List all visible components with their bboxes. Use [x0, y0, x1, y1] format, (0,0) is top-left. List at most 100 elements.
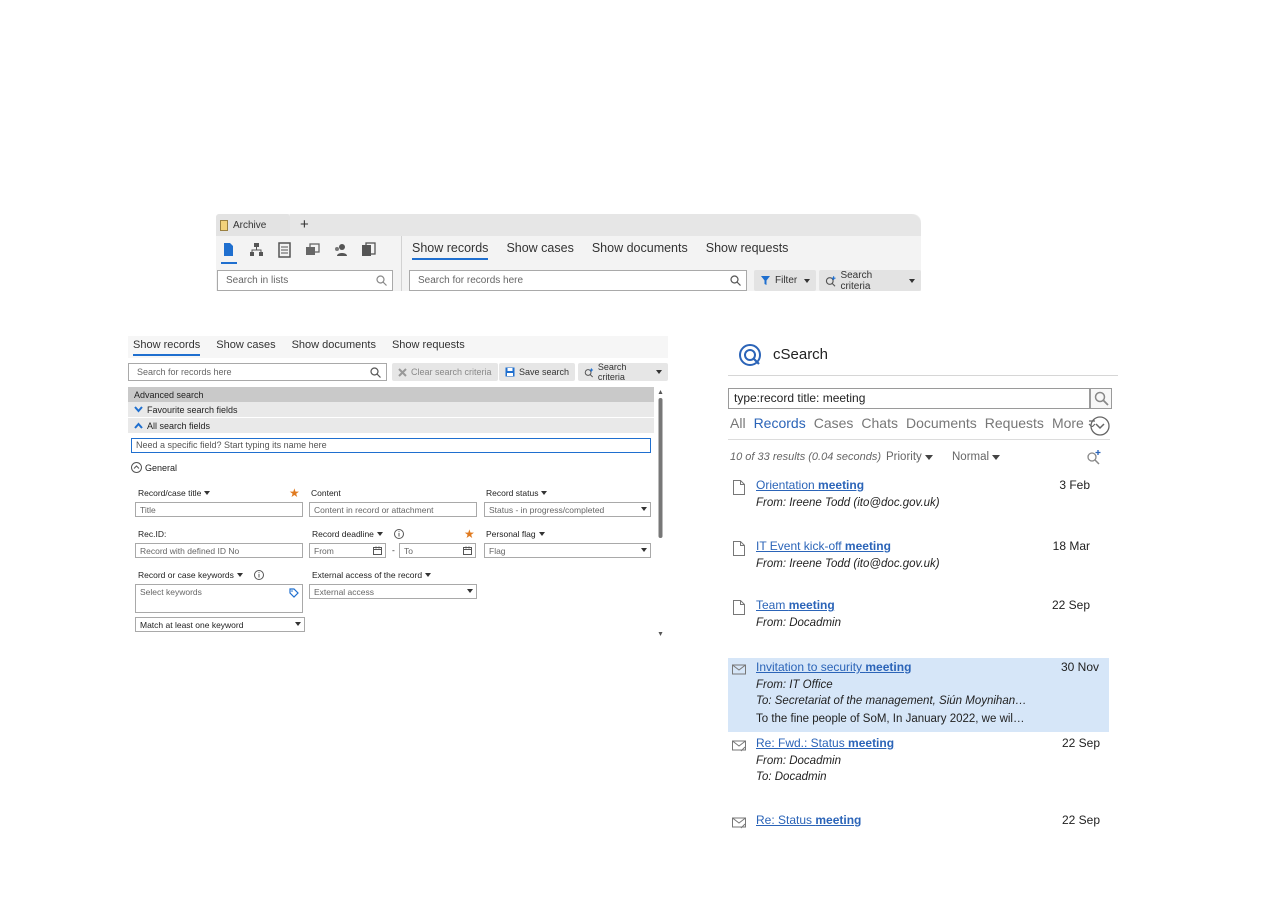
result-title-link[interactable]: Re: Fwd.: Status meeting — [756, 736, 894, 750]
search-criteria-button[interactable]: Search criteria — [578, 362, 668, 382]
category-records[interactable]: Records — [754, 415, 806, 431]
record-case-title-label[interactable]: Record/case title — [138, 488, 211, 498]
favourite-fields-label: Favourite search fields — [147, 404, 238, 415]
external-access-label[interactable]: External access of the record — [312, 570, 432, 580]
record-status-label[interactable]: Record status — [486, 488, 548, 498]
title-divider — [728, 375, 1118, 376]
result-title-link[interactable]: Orientation meeting — [756, 478, 864, 492]
advanced-search-title: Advanced search — [134, 389, 204, 400]
tab-show-requests[interactable]: Show requests — [392, 339, 465, 356]
record-deadline-label[interactable]: Record deadline — [312, 529, 404, 539]
category-requests[interactable]: Requests — [985, 415, 1044, 431]
tab-show-documents[interactable]: Show documents — [592, 241, 688, 260]
expand-circle-icon[interactable] — [1090, 416, 1110, 436]
calendar-icon[interactable] — [373, 546, 382, 555]
tab-show-documents[interactable]: Show documents — [292, 339, 376, 356]
info-icon[interactable] — [253, 570, 264, 580]
tab-show-cases[interactable]: Show cases — [216, 339, 275, 356]
general-section-label: General — [145, 462, 178, 473]
external-access-select[interactable]: External access — [309, 584, 477, 599]
result-item[interactable]: Orientation meeting 3 Feb From: Ireene T… — [728, 478, 1110, 518]
vertical-scrollbar[interactable] — [658, 388, 663, 638]
category-cases[interactable]: Cases — [814, 415, 854, 431]
list-search-input[interactable]: Search in lists — [217, 270, 393, 291]
result-date: 22 Sep — [1051, 598, 1090, 612]
record-case-title-input[interactable]: Title — [135, 502, 303, 517]
rec-id-input[interactable]: Record with defined ID No — [135, 543, 303, 558]
result-item[interactable]: Re: Fwd.: Status meeting 22 Sep From: Do… — [728, 736, 1110, 786]
list-icon[interactable] — [277, 241, 292, 259]
record-search-input[interactable]: Search for records here — [128, 363, 387, 381]
record-status-text: Record status — [486, 488, 539, 498]
field-finder-input[interactable]: Need a specific field? Start typing its … — [131, 438, 651, 453]
search-icon[interactable] — [370, 367, 381, 378]
search-criteria-label: Search criteria — [597, 362, 627, 382]
record-search-input[interactable]: Search for records here — [409, 270, 747, 291]
tab-show-requests[interactable]: Show requests — [706, 241, 789, 260]
category-chats[interactable]: Chats — [861, 415, 898, 431]
tab-show-records[interactable]: Show records — [412, 241, 489, 260]
favourite-fields-toggle[interactable]: Favourite search fields — [128, 402, 654, 417]
rec-id-text: Rec.ID: — [138, 529, 167, 539]
save-search-button[interactable]: Save search — [499, 363, 576, 381]
document-icon[interactable] — [221, 241, 236, 259]
result-title-match: meeting — [818, 478, 865, 492]
record-status-select[interactable]: Status - in progress/completed — [484, 502, 651, 517]
archive-tab[interactable]: Archive — [216, 214, 290, 236]
search-icon[interactable] — [376, 275, 387, 286]
sort-priority[interactable]: Priority — [886, 451, 933, 463]
chevron-down-icon — [641, 507, 647, 511]
document-icon — [733, 480, 745, 495]
new-tab-button[interactable]: + — [300, 217, 309, 233]
result-title-link[interactable]: Invitation to security meeting — [756, 660, 911, 674]
content-placeholder: Content in record or attachment — [314, 505, 434, 515]
result-title-link[interactable]: IT Event kick-off meeting — [756, 539, 891, 553]
contacts-icon[interactable] — [333, 241, 348, 259]
info-icon[interactable] — [393, 529, 404, 539]
personal-flag-label[interactable]: Personal flag — [486, 529, 545, 539]
star-icon[interactable]: ★ — [289, 486, 300, 500]
keywords-input[interactable]: Select keywords — [135, 584, 303, 613]
result-item[interactable]: IT Event kick-off meeting 18 Mar From: I… — [728, 539, 1110, 579]
search-button[interactable] — [1090, 388, 1112, 409]
search-settings-icon[interactable] — [1086, 449, 1102, 465]
result-item[interactable]: Team meeting 22 Sep From: Docadmin — [728, 598, 1110, 638]
keywords-label[interactable]: Record or case keywords — [138, 570, 264, 580]
result-title-link[interactable]: Team meeting — [756, 598, 835, 612]
deadline-from-input[interactable]: From — [309, 543, 386, 558]
category-all[interactable]: All — [730, 415, 746, 431]
search-criteria-button[interactable]: Search criteria — [819, 270, 921, 292]
tab-show-cases[interactable]: Show cases — [506, 241, 573, 260]
result-item[interactable]: Re: Status meeting 22 Sep — [728, 813, 1110, 833]
cases-icon[interactable] — [305, 241, 320, 259]
clear-search-criteria-button[interactable]: Clear search criteria — [392, 363, 498, 381]
result-title-link[interactable]: Re: Status meeting — [756, 813, 861, 827]
sort-normal-label: Normal — [952, 451, 990, 463]
calendar-icon[interactable] — [463, 546, 472, 555]
personal-flag-select[interactable]: Flag — [484, 543, 651, 558]
files-icon[interactable] — [361, 241, 376, 259]
tag-icon[interactable] — [289, 588, 299, 598]
keyword-match-select[interactable]: Match at least one keyword — [135, 617, 305, 632]
all-fields-toggle[interactable]: All search fields — [128, 418, 654, 433]
sort-normal[interactable]: Normal — [952, 451, 1001, 463]
toolbar-content: Search in lists Show records Show cases … — [216, 236, 921, 292]
org-chart-icon[interactable] — [249, 241, 264, 259]
tab-show-records[interactable]: Show records — [133, 339, 201, 356]
chevron-down-icon — [538, 532, 545, 536]
chevron-down-icon — [909, 278, 915, 283]
result-date: 22 Sep — [1061, 813, 1100, 827]
rec-id-label: Rec.ID: — [138, 529, 166, 539]
search-icon[interactable] — [730, 275, 741, 286]
general-section-toggle[interactable]: General — [131, 462, 177, 473]
filter-button[interactable]: Filter — [754, 270, 817, 291]
archive-tab-icon — [220, 219, 228, 231]
query-input[interactable]: type:record title: meeting — [728, 388, 1090, 409]
search-icon — [1094, 391, 1109, 406]
deadline-to-input[interactable]: To — [399, 543, 476, 558]
category-documents[interactable]: Documents — [906, 415, 977, 431]
content-input[interactable]: Content in record or attachment — [309, 502, 477, 517]
result-item-highlighted[interactable]: Invitation to security meeting 30 Nov Fr… — [728, 658, 1109, 732]
star-icon[interactable]: ★ — [464, 527, 475, 541]
keywords-placeholder: Select keywords — [140, 587, 202, 597]
